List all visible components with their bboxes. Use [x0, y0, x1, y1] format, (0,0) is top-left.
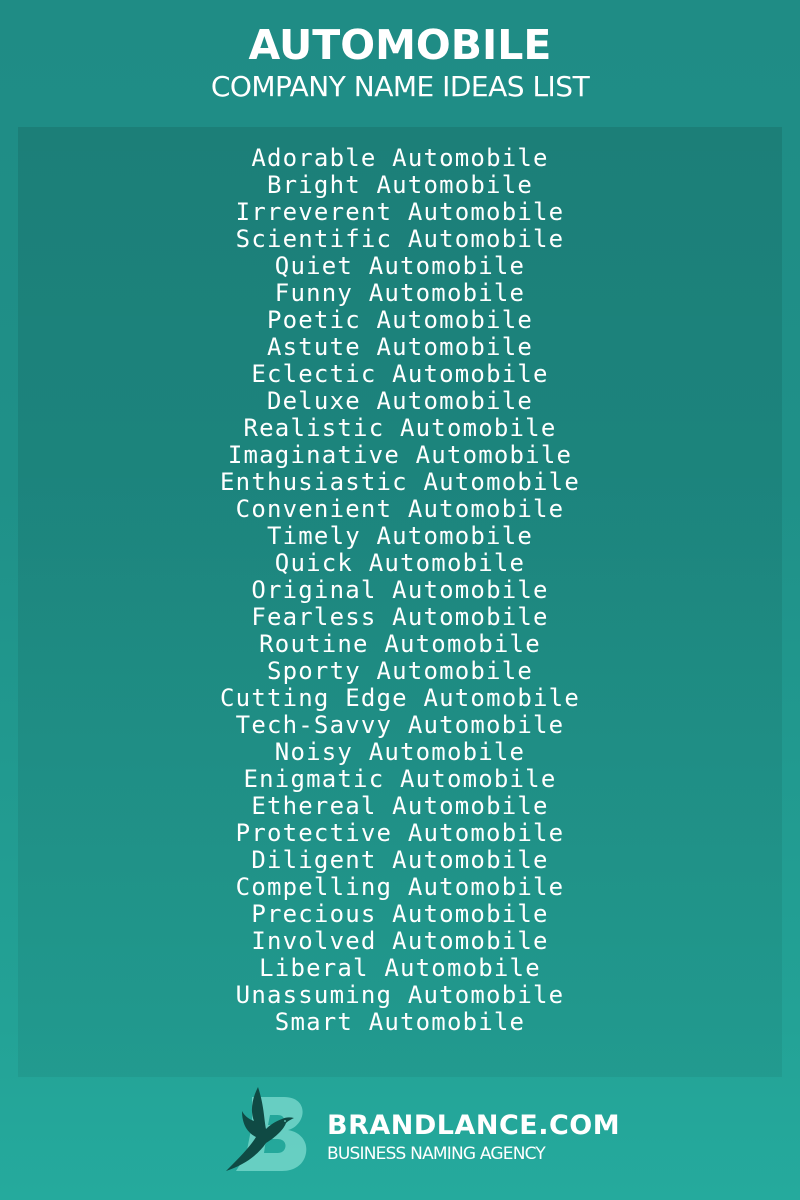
name-list-item: Compelling Automobile: [235, 873, 565, 901]
name-list-item: Precious Automobile: [251, 900, 549, 928]
name-list-item: Deluxe Automobile: [266, 387, 534, 415]
name-list-item: Unassuming Automobile: [235, 981, 565, 1009]
name-list-item: Bright Automobile: [266, 171, 534, 199]
name-list-item: Quick Automobile: [274, 549, 526, 577]
bird-b-logo-icon: [226, 1087, 307, 1171]
name-list-item: Noisy Automobile: [274, 738, 526, 766]
name-list-item: Adorable Automobile: [251, 144, 549, 172]
brand-tagline: BUSINESS NAMING AGENCY: [327, 1144, 546, 1164]
name-list-item: Routine Automobile: [259, 630, 541, 658]
name-list-item: Involved Automobile: [251, 927, 549, 955]
name-list-item: Astute Automobile: [266, 333, 534, 361]
name-list-item: Realistic Automobile: [243, 414, 557, 442]
name-list-item: Irreverent Automobile: [235, 198, 565, 226]
name-list-item: Enthusiastic Automobile: [220, 468, 580, 496]
name-list-item: Sporty Automobile: [266, 657, 534, 685]
name-list-item: Poetic Automobile: [266, 306, 534, 334]
page-subtitle: COMPANY NAME IDEAS LIST: [210, 70, 590, 103]
name-list-item: Fearless Automobile: [251, 603, 549, 631]
page-title: AUTOMOBILE: [248, 21, 552, 69]
header: AUTOMOBILE COMPANY NAME IDEAS LIST: [0, 0, 800, 127]
name-list-item: Diligent Automobile: [251, 846, 549, 874]
name-list-item: Protective Automobile: [235, 819, 565, 847]
name-list-item: Scientific Automobile: [235, 225, 565, 253]
name-list-item: Eclectic Automobile: [251, 360, 549, 388]
name-list-item: Cutting Edge Automobile: [220, 684, 580, 712]
name-list-item: Original Automobile: [251, 576, 549, 604]
name-list-item: Quiet Automobile: [274, 252, 526, 280]
name-list-panel: Adorable Automobile Bright Automobile Irre…: [18, 127, 782, 1077]
name-list-item: Tech-Savvy Automobile: [235, 711, 565, 739]
name-list-item: Timely Automobile: [266, 522, 534, 550]
name-list-item: Convenient Automobile: [235, 495, 565, 523]
name-list-item: Imaginative Automobile: [227, 441, 573, 469]
name-list-item: Smart Automobile: [274, 1008, 526, 1036]
name-list-item: Funny Automobile: [274, 279, 526, 307]
name-list-item: Liberal Automobile: [259, 954, 541, 982]
name-list-item: Ethereal Automobile: [251, 792, 549, 820]
name-list: Adorable Automobile Bright Automobile Irre…: [18, 145, 782, 1036]
name-list-item: Enigmatic Automobile: [243, 765, 557, 793]
brand-name: BRANDLANCE.COM: [327, 1110, 621, 1141]
